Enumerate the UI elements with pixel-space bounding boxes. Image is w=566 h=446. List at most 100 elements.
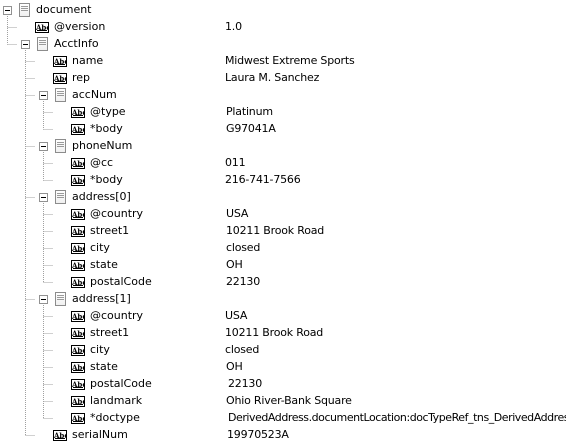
node-value: Platinum [226, 105, 273, 118]
tree-node-rep[interactable]: Abcrep Laura M. Sanchez [0, 70, 566, 87]
text-abc-icon: Abc [71, 209, 85, 220]
text-abc-icon: Abc [71, 260, 85, 271]
node-value: OH [226, 360, 243, 373]
xml-tree-view: documentAbc@version1.0AcctInfoAbcnameMid… [0, 0, 566, 446]
node-label: *doctype [90, 411, 140, 424]
node-value: 22130 [226, 275, 260, 288]
tree-node-street1[interactable]: Abc street1 10211 Brook Road [0, 223, 566, 240]
document-node-icon [55, 292, 66, 306]
collapse-minus-icon[interactable] [39, 193, 48, 202]
text-abc-icon: Abc [71, 243, 85, 254]
node-label: name [72, 54, 104, 67]
document-node-icon [19, 3, 30, 17]
node-value: DerivedAddress.documentLocation:docTypeR… [228, 411, 566, 424]
node-value: 10211 Brook Road [225, 326, 324, 339]
node-label: *body [90, 173, 123, 186]
node-label: street1 [90, 224, 130, 237]
tree-node-country[interactable]: Abc @country USA [0, 206, 566, 223]
tree-node-body[interactable]: Abc *body 216-741-7566 [0, 172, 566, 189]
tree-node-name[interactable]: Abcname Midwest Extreme Sports [0, 53, 566, 70]
text-abc-icon: Abc [71, 175, 85, 186]
collapse-minus-icon[interactable] [39, 295, 48, 304]
tree-node-address-0[interactable]: address[0] [0, 189, 566, 206]
tree-node-city[interactable]: Abccity closed [0, 342, 566, 359]
node-label: serialNum [72, 428, 128, 441]
tree-node-landmark[interactable]: Abc landmark Ohio River-Bank Square [0, 393, 566, 410]
text-abc-icon: Abc [71, 362, 85, 373]
document-node-icon [37, 37, 48, 51]
text-abc-icon: Abc [71, 328, 85, 339]
text-abc-icon: Abc [71, 396, 85, 407]
node-label: @type [90, 105, 126, 118]
node-label: city [90, 343, 110, 356]
collapse-minus-icon[interactable] [39, 91, 48, 100]
node-value: USA [226, 207, 249, 220]
node-value: Laura M. Sanchez [225, 71, 320, 84]
node-value: 011 [225, 156, 246, 169]
tree-node-country[interactable]: Abc @country USA [0, 308, 566, 325]
text-abc-icon: Abc [71, 379, 85, 390]
node-label: @country [90, 309, 144, 322]
text-abc-icon: Abc [71, 124, 85, 135]
text-abc-icon: Abc [53, 73, 67, 84]
text-abc-icon: Abc [71, 226, 85, 237]
node-value: OH [226, 258, 243, 271]
node-label: rep [72, 71, 91, 84]
tree-node-phonenum[interactable]: phoneNum [0, 138, 566, 155]
text-abc-icon: Abc [53, 56, 67, 67]
node-label: postalCode [90, 275, 152, 288]
node-label: @country [90, 207, 144, 220]
node-label: postalCode [90, 377, 152, 390]
collapse-minus-icon[interactable] [3, 6, 12, 15]
text-abc-icon: Abc [71, 311, 85, 322]
node-value: Ohio River-Bank Square [226, 394, 352, 407]
tree-node-postalcode[interactable]: Abc postalCode 22130 [0, 274, 566, 291]
node-label: @cc [90, 156, 114, 169]
text-abc-icon: Abc [53, 430, 67, 441]
collapse-minus-icon[interactable] [21, 40, 30, 49]
node-label: *body [90, 122, 123, 135]
tree-node-street1[interactable]: Abc street1 10211 Brook Road [0, 325, 566, 342]
node-label: phoneNum [72, 139, 133, 152]
tree-node-doctype[interactable]: Abc *doctype DerivedAddress.documentLocati… [0, 410, 566, 427]
document-node-icon [55, 139, 66, 153]
text-abc-icon: Abc [71, 158, 85, 169]
node-value: 1.0 [225, 20, 242, 33]
tree-node-document[interactable]: document [0, 2, 566, 19]
tree-node-state[interactable]: Abc state OH [0, 257, 566, 274]
text-abc-icon: Abc [35, 22, 49, 33]
document-node-icon [55, 190, 66, 204]
text-abc-icon: Abc [71, 413, 85, 424]
text-abc-icon: Abc [71, 277, 85, 288]
node-value: Midwest Extreme Sports [225, 54, 355, 67]
tree-node-version[interactable]: Abc @version 1.0 [0, 19, 566, 36]
tree-node-state[interactable]: Abc state OH [0, 359, 566, 376]
tree-node-serialnum[interactable]: Abc serialNum 19970523A [0, 427, 566, 444]
tree-node-city[interactable]: Abccity closed [0, 240, 566, 257]
tree-node-postalcode[interactable]: Abc postalCode 22130 [0, 376, 566, 393]
node-value: closed [226, 241, 261, 254]
node-label: address[1] [72, 292, 131, 305]
node-value: 22130 [228, 377, 262, 390]
node-value: 10211 Brook Road [226, 224, 325, 237]
text-abc-icon: Abc [71, 107, 85, 118]
tree-node-accnum[interactable]: accNum [0, 87, 566, 104]
document-node-icon [55, 88, 66, 102]
node-label: document [36, 3, 92, 16]
node-label: AcctInfo [54, 37, 99, 50]
node-value: 19970523A [227, 428, 289, 441]
tree-node-address-1[interactable]: address[1] [0, 291, 566, 308]
tree-node-body[interactable]: Abc *body G97041A [0, 121, 566, 138]
node-label: accNum [72, 88, 117, 101]
collapse-minus-icon[interactable] [39, 142, 48, 151]
node-label: city [90, 241, 110, 254]
tree-node-acctinfo[interactable]: AcctInfo [0, 36, 566, 53]
node-label: state [90, 360, 118, 373]
node-value: USA [225, 309, 248, 322]
node-label: state [90, 258, 118, 271]
node-value: 216-741-7566 [225, 173, 301, 186]
text-abc-icon: Abc [71, 345, 85, 356]
tree-node-cc[interactable]: Abc @cc 011 [0, 155, 566, 172]
node-value: G97041A [226, 122, 276, 135]
tree-node-type[interactable]: Abc @type Platinum [0, 104, 566, 121]
